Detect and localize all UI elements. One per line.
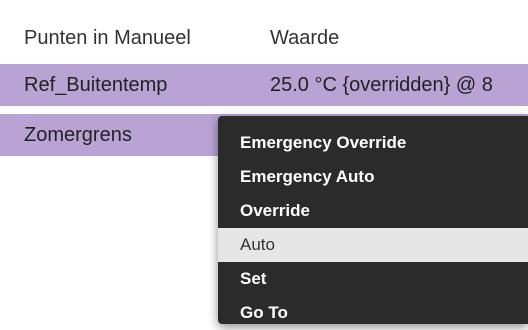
column-header-waarde[interactable]: Waarde <box>270 14 339 62</box>
menu-item-emergency-override[interactable]: Emergency Override <box>218 126 528 160</box>
menu-item-set[interactable]: Set <box>218 262 528 296</box>
menu-item-go-to[interactable]: Go To <box>218 296 528 330</box>
menu-item-override[interactable]: Override <box>218 194 528 228</box>
row-name-cell: Ref_Buitentemp <box>24 74 168 96</box>
row-name-cell: Zomergrens <box>24 124 132 146</box>
row-value-cell: 25.0 °C {overridden} @ 8 <box>270 74 493 96</box>
column-header-punten[interactable]: Punten in Manueel <box>24 14 191 62</box>
table-row[interactable]: Ref_Buitentemp 25.0 °C {overridden} @ 8 <box>0 64 528 106</box>
menu-item-auto[interactable]: Auto <box>218 228 528 262</box>
table-header: Punten in Manueel Waarde <box>0 14 528 62</box>
menu-item-emergency-auto[interactable]: Emergency Auto <box>218 160 528 194</box>
context-menu: Emergency Override Emergency Auto Overri… <box>218 116 528 324</box>
